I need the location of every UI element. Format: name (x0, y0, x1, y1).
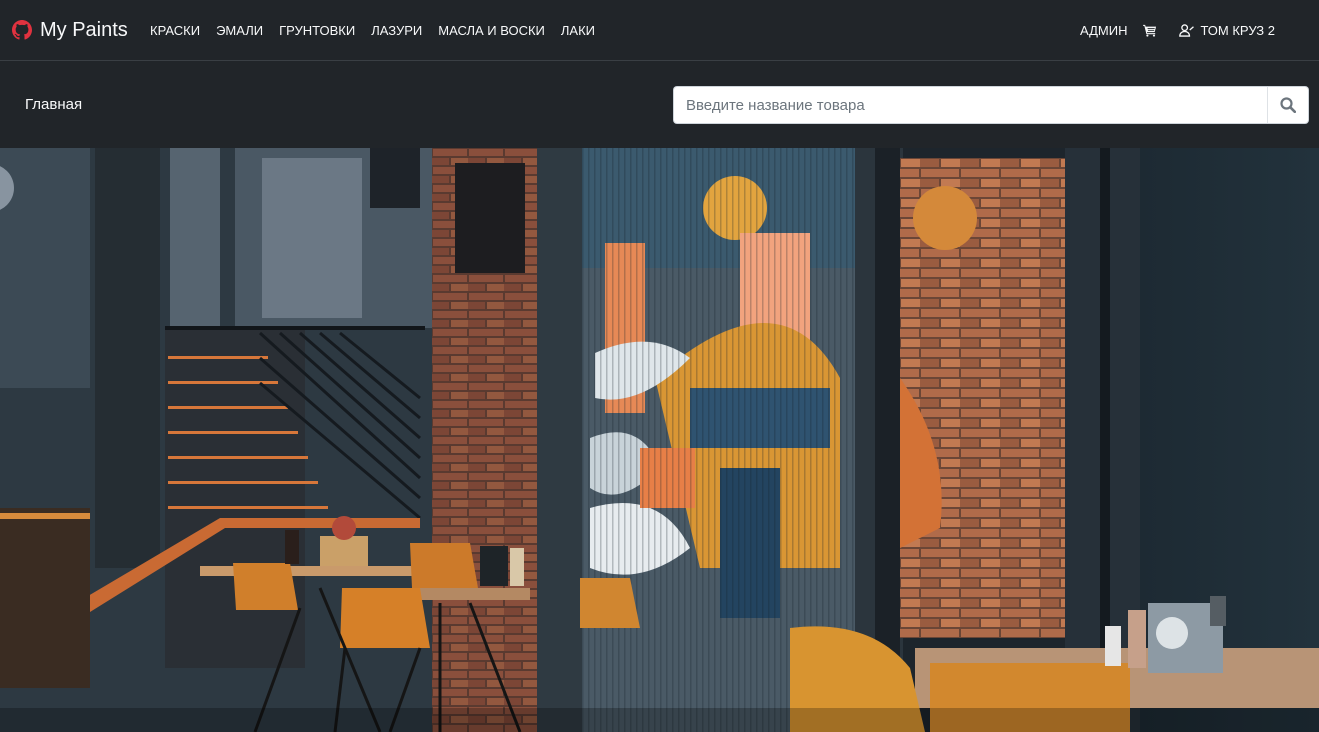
top-navbar: My Paints КРАСКИ ЭМАЛИ ГРУНТОВКИ ЛАЗУРИ … (0, 0, 1319, 61)
search-button[interactable] (1267, 86, 1309, 124)
search-input[interactable] (673, 86, 1267, 124)
cart-button[interactable] (1135, 24, 1171, 37)
nav-item-masla-i-voski[interactable]: МАСЛА И ВОСКИ (430, 23, 553, 38)
user-name: ТОМ КРУЗ 2 (1200, 23, 1275, 38)
cafe-interior-photo (0, 148, 1319, 732)
search-form (673, 86, 1309, 124)
user-icon (1179, 24, 1195, 37)
cart-icon (1143, 24, 1157, 37)
nav-item-emali[interactable]: ЭМАЛИ (208, 23, 271, 38)
nav-item-gruntovki[interactable]: ГРУНТОВКИ (271, 23, 363, 38)
user-menu[interactable]: ТОМ КРУЗ 2 (1171, 23, 1283, 38)
brand-link[interactable]: My Paints (12, 17, 128, 43)
nav-item-kraski[interactable]: КРАСКИ (142, 23, 208, 38)
hero-image (0, 148, 1319, 732)
user-nav: АДМИН ТОМ КРУЗ 2 (1072, 0, 1283, 61)
brand-name: My Paints (40, 18, 128, 41)
nav-item-laki[interactable]: ЛАКИ (553, 23, 603, 38)
admin-link[interactable]: АДМИН (1072, 23, 1135, 38)
category-nav: КРАСКИ ЭМАЛИ ГРУНТОВКИ ЛАЗУРИ МАСЛА И ВО… (142, 0, 603, 61)
github-icon (12, 20, 32, 40)
nav-item-lazuri[interactable]: ЛАЗУРИ (363, 23, 430, 38)
breadcrumb-home[interactable]: Главная (25, 96, 82, 113)
search-icon (1280, 97, 1296, 113)
